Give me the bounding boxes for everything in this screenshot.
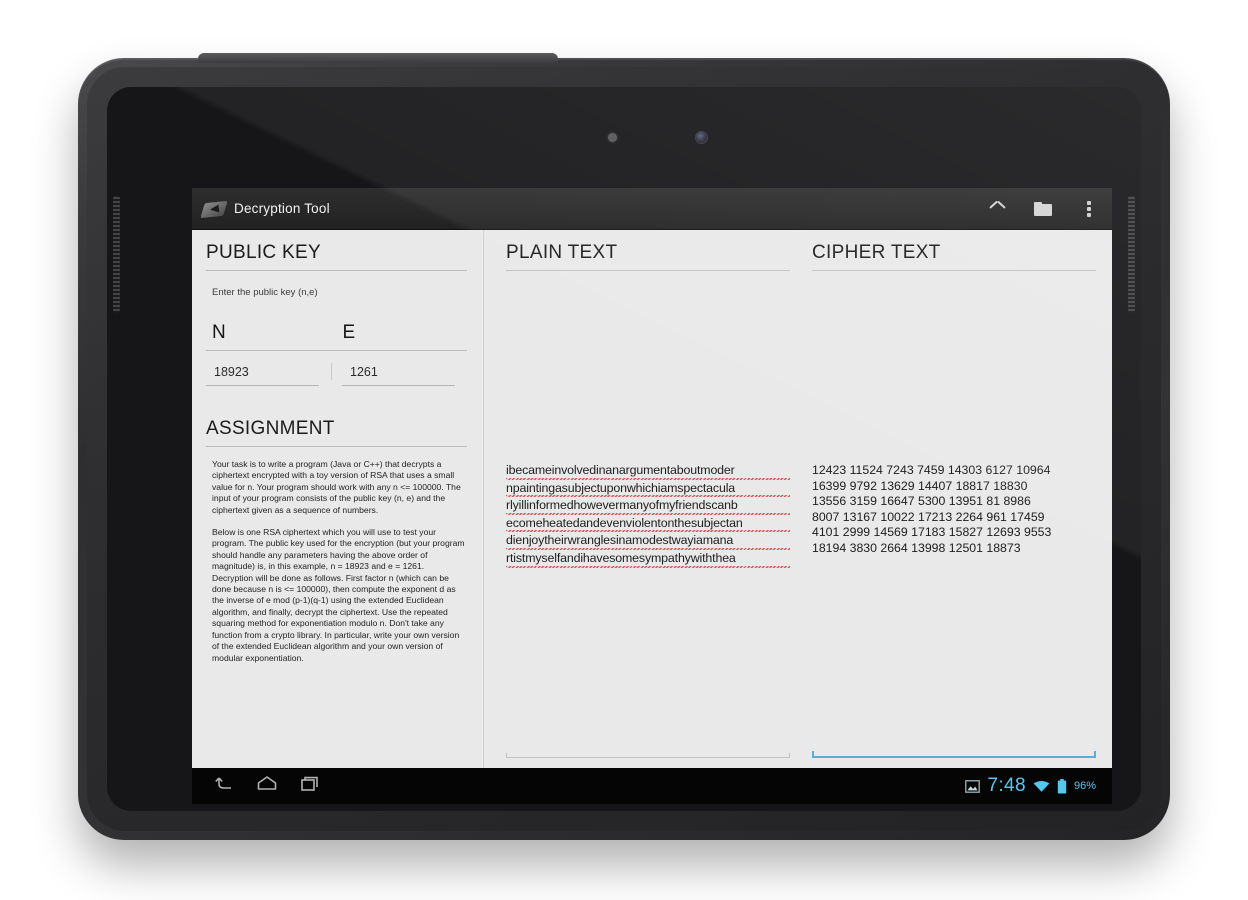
device-glass: Decryption Tool PUBLIC KEY Enter the pub… [107, 87, 1141, 811]
folder-icon [1034, 201, 1052, 216]
cipher-text-line: 8007 13167 10022 17213 2264 961 17459 [812, 509, 1045, 524]
text-panes: PLAIN TEXT ibecameinvolvedinanargumentab… [484, 230, 1112, 768]
n-input[interactable]: 18923 [206, 363, 331, 386]
battery-percent: 96% [1073, 780, 1096, 792]
divider [206, 446, 467, 447]
public-key-heading: PUBLIC KEY [206, 242, 321, 263]
action-bar: Decryption Tool [192, 188, 1112, 230]
plain-text-line: dienjoytheirwranglesinamodestwayiamana [506, 533, 790, 551]
input-underline [206, 385, 319, 386]
screenshot-notification-icon[interactable] [965, 779, 981, 793]
assignment-heading: ASSIGNMENT [206, 418, 335, 439]
cipher-text-pane: CIPHER TEXT 12423 11524 7243 7459 14303 … [812, 242, 1096, 768]
front-camera [696, 132, 707, 143]
vertical-divider [331, 363, 332, 380]
navigation-buttons [214, 775, 320, 798]
screen: Decryption Tool PUBLIC KEY Enter the pub… [192, 188, 1112, 768]
assignment-paragraph: Your task is to write a program (Java or… [212, 459, 461, 515]
public-key-pane: PUBLIC KEY Enter the public key (n,e) N … [192, 230, 484, 768]
divider [206, 270, 467, 271]
back-arrow-icon[interactable] [214, 775, 234, 798]
n-label: N [212, 322, 226, 343]
cipher-text-line: 18194 3830 2664 13998 12501 18873 [812, 540, 1021, 555]
plain-text-line: npaintingasubjectuponwhichiamspectacula [506, 480, 790, 499]
system-navigation-bar: 7:48 96% [192, 768, 1112, 804]
chevron-up-icon [990, 204, 1005, 213]
plain-text-line: ecomeheatedandevenviolentonthesubjectan [506, 515, 790, 534]
assignment-header: ASSIGNMENT [206, 418, 467, 447]
speaker-grille-left [113, 195, 120, 313]
e-input-value: 1261 [350, 365, 378, 379]
ambient-light-sensor [608, 133, 617, 142]
battery-icon [1057, 778, 1067, 794]
plain-text-heading: PLAIN TEXT [506, 242, 618, 263]
cipher-text-line: 4101 2999 14569 17183 15827 12693 9553 [812, 525, 1052, 540]
plain-text-underline [506, 753, 790, 758]
divider [206, 350, 467, 351]
n-input-value: 18923 [214, 365, 249, 379]
plain-text-pane: PLAIN TEXT ibecameinvolvedinanargumentab… [506, 242, 790, 768]
e-label: E [342, 322, 356, 343]
open-folder-button[interactable] [1020, 188, 1066, 229]
app-title: Decryption Tool [234, 201, 330, 216]
device-bezel: Decryption Tool PUBLIC KEY Enter the pub… [87, 67, 1161, 831]
content-area: PUBLIC KEY Enter the public key (n,e) N … [192, 230, 1112, 768]
recent-apps-icon[interactable] [300, 775, 320, 798]
input-underline [342, 385, 455, 386]
home-icon[interactable] [256, 775, 278, 798]
overflow-menu-button[interactable] [1066, 188, 1112, 229]
plain-text-line: rtistmyselfandihavesomesympathywiththea [506, 550, 790, 569]
plain-text-field[interactable]: ibecameinvolvedinanargumentaboutmoder np… [506, 271, 790, 768]
cipher-text-line: 13556 3159 16647 5300 13951 81 8986 [812, 494, 1031, 509]
cipher-text-heading: CIPHER TEXT [812, 242, 941, 263]
public-key-hint: Enter the public key (n,e) [212, 287, 318, 298]
status-clock: 7:48 [987, 775, 1026, 796]
collapse-button[interactable] [974, 188, 1020, 229]
cipher-text-underline [812, 751, 1096, 758]
assignment-body: Your task is to write a program (Java or… [206, 459, 467, 664]
ne-inputs-row: 18923 1261 [206, 363, 467, 386]
overflow-menu-icon [1087, 200, 1091, 217]
assignment-paragraph: Below is one RSA ciphertext which you wi… [212, 527, 465, 663]
action-bar-actions [974, 188, 1112, 229]
status-icons: 7:48 96% [965, 775, 1096, 797]
beam-app-icon [200, 199, 228, 219]
plain-text-line: rlyillinformedhowevermanyofmyfriendscanb [506, 498, 790, 516]
ne-labels-row: N E [206, 322, 467, 344]
cipher-text-field[interactable]: 12423 11524 7243 7459 14303 6127 10964 1… [812, 271, 1096, 768]
wifi-icon [1033, 780, 1050, 793]
speaker-grille-right [1128, 195, 1135, 313]
cipher-text-line: 16399 9792 13629 14407 18817 18830 [812, 478, 1028, 493]
e-input[interactable]: 1261 [342, 363, 467, 386]
plain-text-line: ibecameinvolvedinanargumentaboutmoder [506, 463, 790, 481]
cipher-text-line: 12423 11524 7243 7459 14303 6127 10964 [812, 463, 1051, 477]
tablet-device: Decryption Tool PUBLIC KEY Enter the pub… [78, 53, 1170, 840]
